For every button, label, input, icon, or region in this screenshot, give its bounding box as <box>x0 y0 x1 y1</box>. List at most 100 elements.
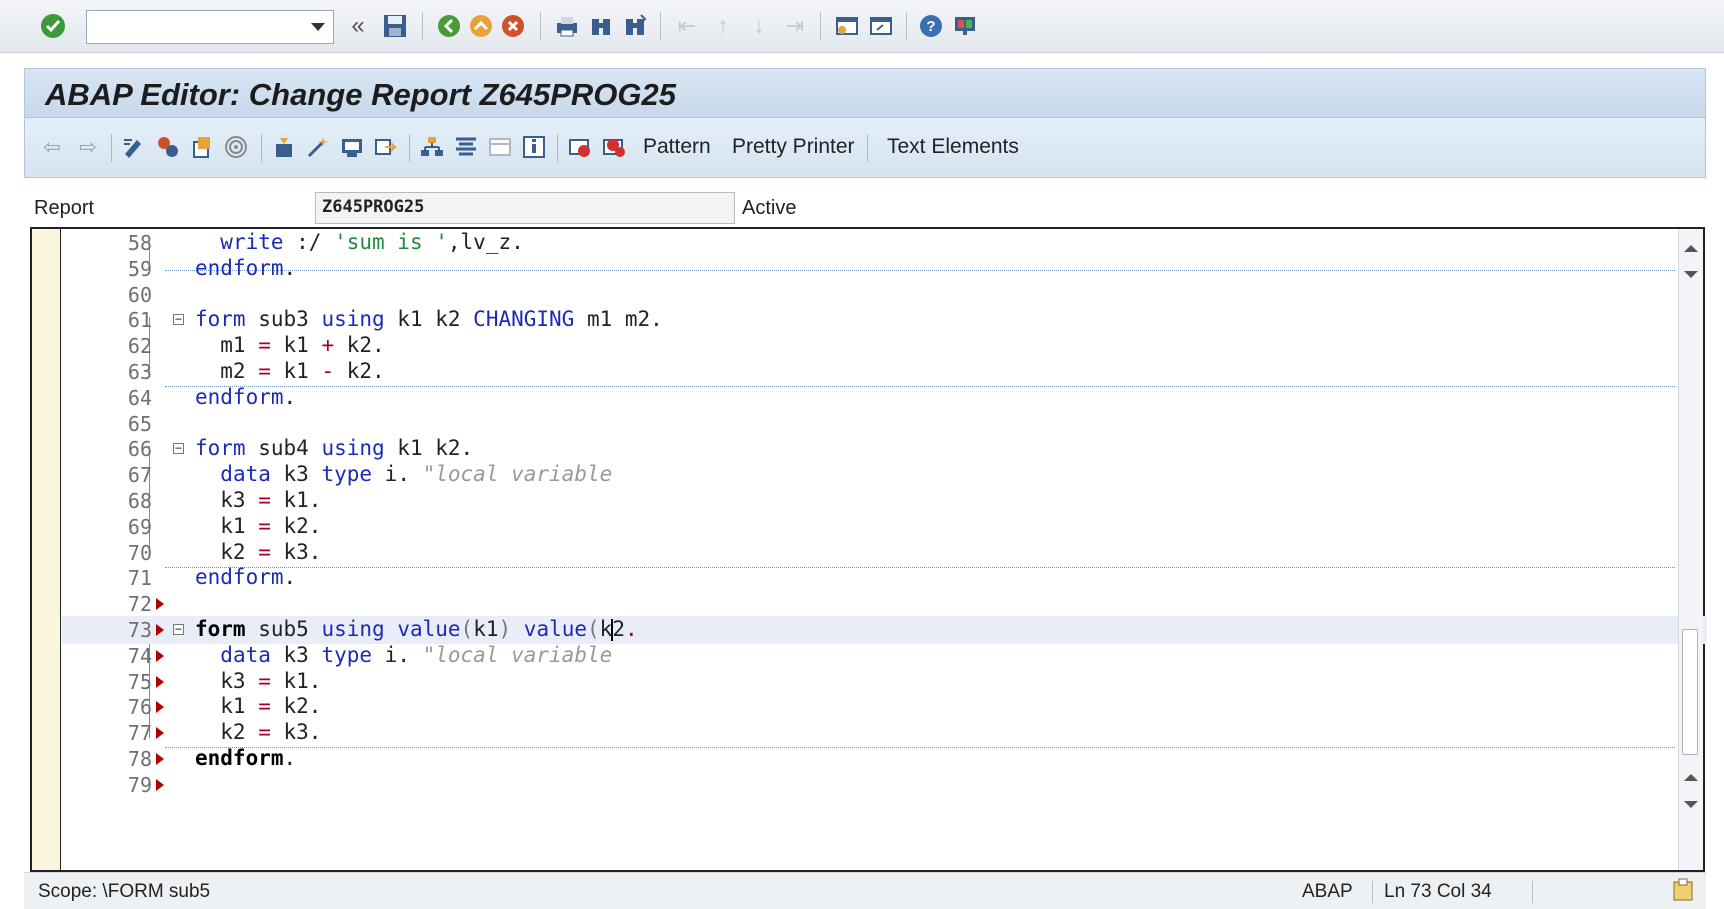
code-text[interactable]: form sub5 using value(k1) value(k2. <box>195 617 638 641</box>
external-breakpoint-icon[interactable] <box>599 132 629 162</box>
first-page-icon[interactable]: ⇤ <box>672 11 702 41</box>
exit-icon[interactable] <box>466 11 496 41</box>
marker-arrow-icon[interactable] <box>156 675 164 688</box>
command-field[interactable] <box>86 10 334 44</box>
scroll-down-icon[interactable] <box>1684 271 1698 278</box>
navigation-window-icon[interactable] <box>485 132 515 162</box>
back-icon[interactable] <box>434 11 464 41</box>
check-syntax-icon[interactable] <box>269 132 299 162</box>
code-line[interactable]: 59 endform. <box>62 255 1707 283</box>
code-line[interactable]: 75 k3 = k1. <box>62 668 1707 696</box>
code-text[interactable]: endform. <box>195 746 296 770</box>
code-line[interactable]: 70 k2 = k3. <box>62 539 1707 567</box>
code-text[interactable]: form sub3 using k1 k2 CHANGING m1 m2. <box>195 307 663 331</box>
code-text[interactable]: endform. <box>195 385 296 409</box>
code-text[interactable]: form sub4 using k1 k2. <box>195 436 473 460</box>
code-line[interactable]: 68 k3 = k1. <box>62 487 1707 515</box>
help-icon[interactable]: ? <box>916 11 946 41</box>
editor-gutter[interactable] <box>32 229 61 870</box>
code-text[interactable]: write :/ 'sum is ',lv_z. <box>195 230 523 254</box>
code-line[interactable]: 79 <box>62 771 1707 799</box>
enter-check-icon[interactable] <box>38 11 68 41</box>
pretty-printer-button[interactable]: Pretty Printer <box>732 135 855 159</box>
line-number: 74 <box>127 643 152 668</box>
fold-toggle-icon[interactable]: − <box>173 623 184 635</box>
marker-arrow-icon[interactable] <box>156 598 164 611</box>
active-inactive-icon[interactable] <box>153 132 183 162</box>
info-icon[interactable] <box>519 132 549 162</box>
create-session-icon[interactable] <box>832 11 862 41</box>
code-line[interactable]: 74 data k3 type i. "local variable <box>62 642 1707 670</box>
code-line[interactable]: 58 write :/ 'sum is ',lv_z. <box>62 229 1707 257</box>
code-line[interactable]: 73 − form sub5 using value(k1) value(k2. <box>62 616 1707 644</box>
next-page-icon[interactable]: ↓ <box>744 11 774 41</box>
command-input[interactable] <box>91 12 305 44</box>
code-text[interactable]: data k3 type i. "local variable <box>195 643 612 667</box>
direct-processing-icon[interactable] <box>371 132 401 162</box>
code-line[interactable]: 60 <box>62 281 1707 309</box>
code-text[interactable]: k3 = k1. <box>195 488 321 512</box>
activate-wand-icon[interactable] <box>303 132 333 162</box>
code-line[interactable]: 65 <box>62 410 1707 438</box>
display-change-icon[interactable] <box>119 132 149 162</box>
back-double-chevron-icon[interactable]: « <box>343 11 373 41</box>
code-text[interactable]: k1 = k2. <box>195 514 321 538</box>
code-editor[interactable]: 58 write :/ 'sum is ',lv_z. 59 endform. 60 6… <box>30 227 1707 872</box>
forward-arrow-icon[interactable]: ⇨ <box>73 132 103 162</box>
code-line[interactable]: 64 endform. <box>62 384 1707 412</box>
text-elements-button[interactable]: Text Elements <box>887 135 1019 159</box>
code-text[interactable]: endform. <box>195 256 296 280</box>
scrollbar-thumb[interactable] <box>1682 629 1698 755</box>
code-line[interactable]: 78 endform. <box>62 745 1707 773</box>
code-text[interactable]: k1 = k2. <box>195 694 321 718</box>
code-line[interactable]: 72 <box>62 590 1707 618</box>
customize-layout-icon[interactable] <box>950 11 980 41</box>
pattern-button[interactable]: Pattern <box>643 135 711 159</box>
marker-arrow-icon[interactable] <box>156 778 164 791</box>
code-text[interactable]: k2 = k3. <box>195 720 321 744</box>
marker-arrow-icon[interactable] <box>156 649 164 662</box>
marker-arrow-icon[interactable] <box>156 753 164 765</box>
code-line[interactable]: 77 k2 = k3. <box>62 719 1707 747</box>
marker-arrow-icon[interactable] <box>156 701 164 714</box>
code-line[interactable]: 69 k1 = k2. <box>62 513 1707 541</box>
save-icon[interactable] <box>380 11 410 41</box>
where-used-icon[interactable] <box>221 132 251 162</box>
page-up-icon[interactable] <box>1684 774 1698 781</box>
marker-arrow-icon[interactable] <box>156 727 164 740</box>
code-line[interactable]: 67 data k3 type i. "local variable <box>62 461 1707 489</box>
page-down-icon[interactable] <box>1684 801 1698 808</box>
fold-toggle-icon[interactable]: − <box>173 313 184 326</box>
chevron-down-icon[interactable] <box>311 23 325 31</box>
code-line[interactable]: 76 k1 = k2. <box>62 693 1707 721</box>
code-text[interactable]: endform. <box>195 565 296 589</box>
cancel-icon[interactable] <box>498 11 528 41</box>
code-line[interactable]: 62 m1 = k1 + k2. <box>62 332 1707 360</box>
scroll-up-icon[interactable] <box>1684 245 1698 252</box>
previous-page-icon[interactable]: ↑ <box>708 11 738 41</box>
find-icon[interactable] <box>586 11 616 41</box>
code-text[interactable]: data k3 type i. "local variable <box>195 462 612 486</box>
find-next-icon[interactable] <box>620 11 650 41</box>
last-page-icon[interactable]: ⇥ <box>780 11 810 41</box>
object-list-icon[interactable] <box>417 132 447 162</box>
marker-arrow-icon[interactable] <box>156 624 164 636</box>
code-text[interactable]: k3 = k1. <box>195 669 321 693</box>
back-arrow-icon[interactable]: ⇦ <box>37 132 67 162</box>
code-line[interactable]: 63 m2 = k1 - k2. <box>62 358 1707 386</box>
code-line[interactable]: 61 − form sub3 using k1 k2 CHANGING m1 m2. <box>62 306 1707 334</box>
code-text[interactable]: m1 = k1 + k2. <box>195 333 384 357</box>
vertical-scrollbar[interactable] <box>1678 229 1703 870</box>
fold-toggle-icon[interactable]: − <box>173 442 184 455</box>
set-breakpoint-icon[interactable] <box>565 132 595 162</box>
navigation-stack-icon[interactable] <box>451 132 481 162</box>
code-line[interactable]: 66 − form sub4 using k1 k2. <box>62 435 1707 463</box>
shortcut-icon[interactable] <box>866 11 896 41</box>
code-line[interactable]: 71 endform. <box>62 564 1707 592</box>
other-object-icon[interactable] <box>187 132 217 162</box>
code-text[interactable]: k2 = k3. <box>195 540 321 564</box>
code-text[interactable]: m2 = k1 - k2. <box>195 359 384 383</box>
print-icon[interactable] <box>552 11 582 41</box>
clipboard-icon[interactable] <box>1672 878 1694 908</box>
test-icon[interactable] <box>337 132 367 162</box>
